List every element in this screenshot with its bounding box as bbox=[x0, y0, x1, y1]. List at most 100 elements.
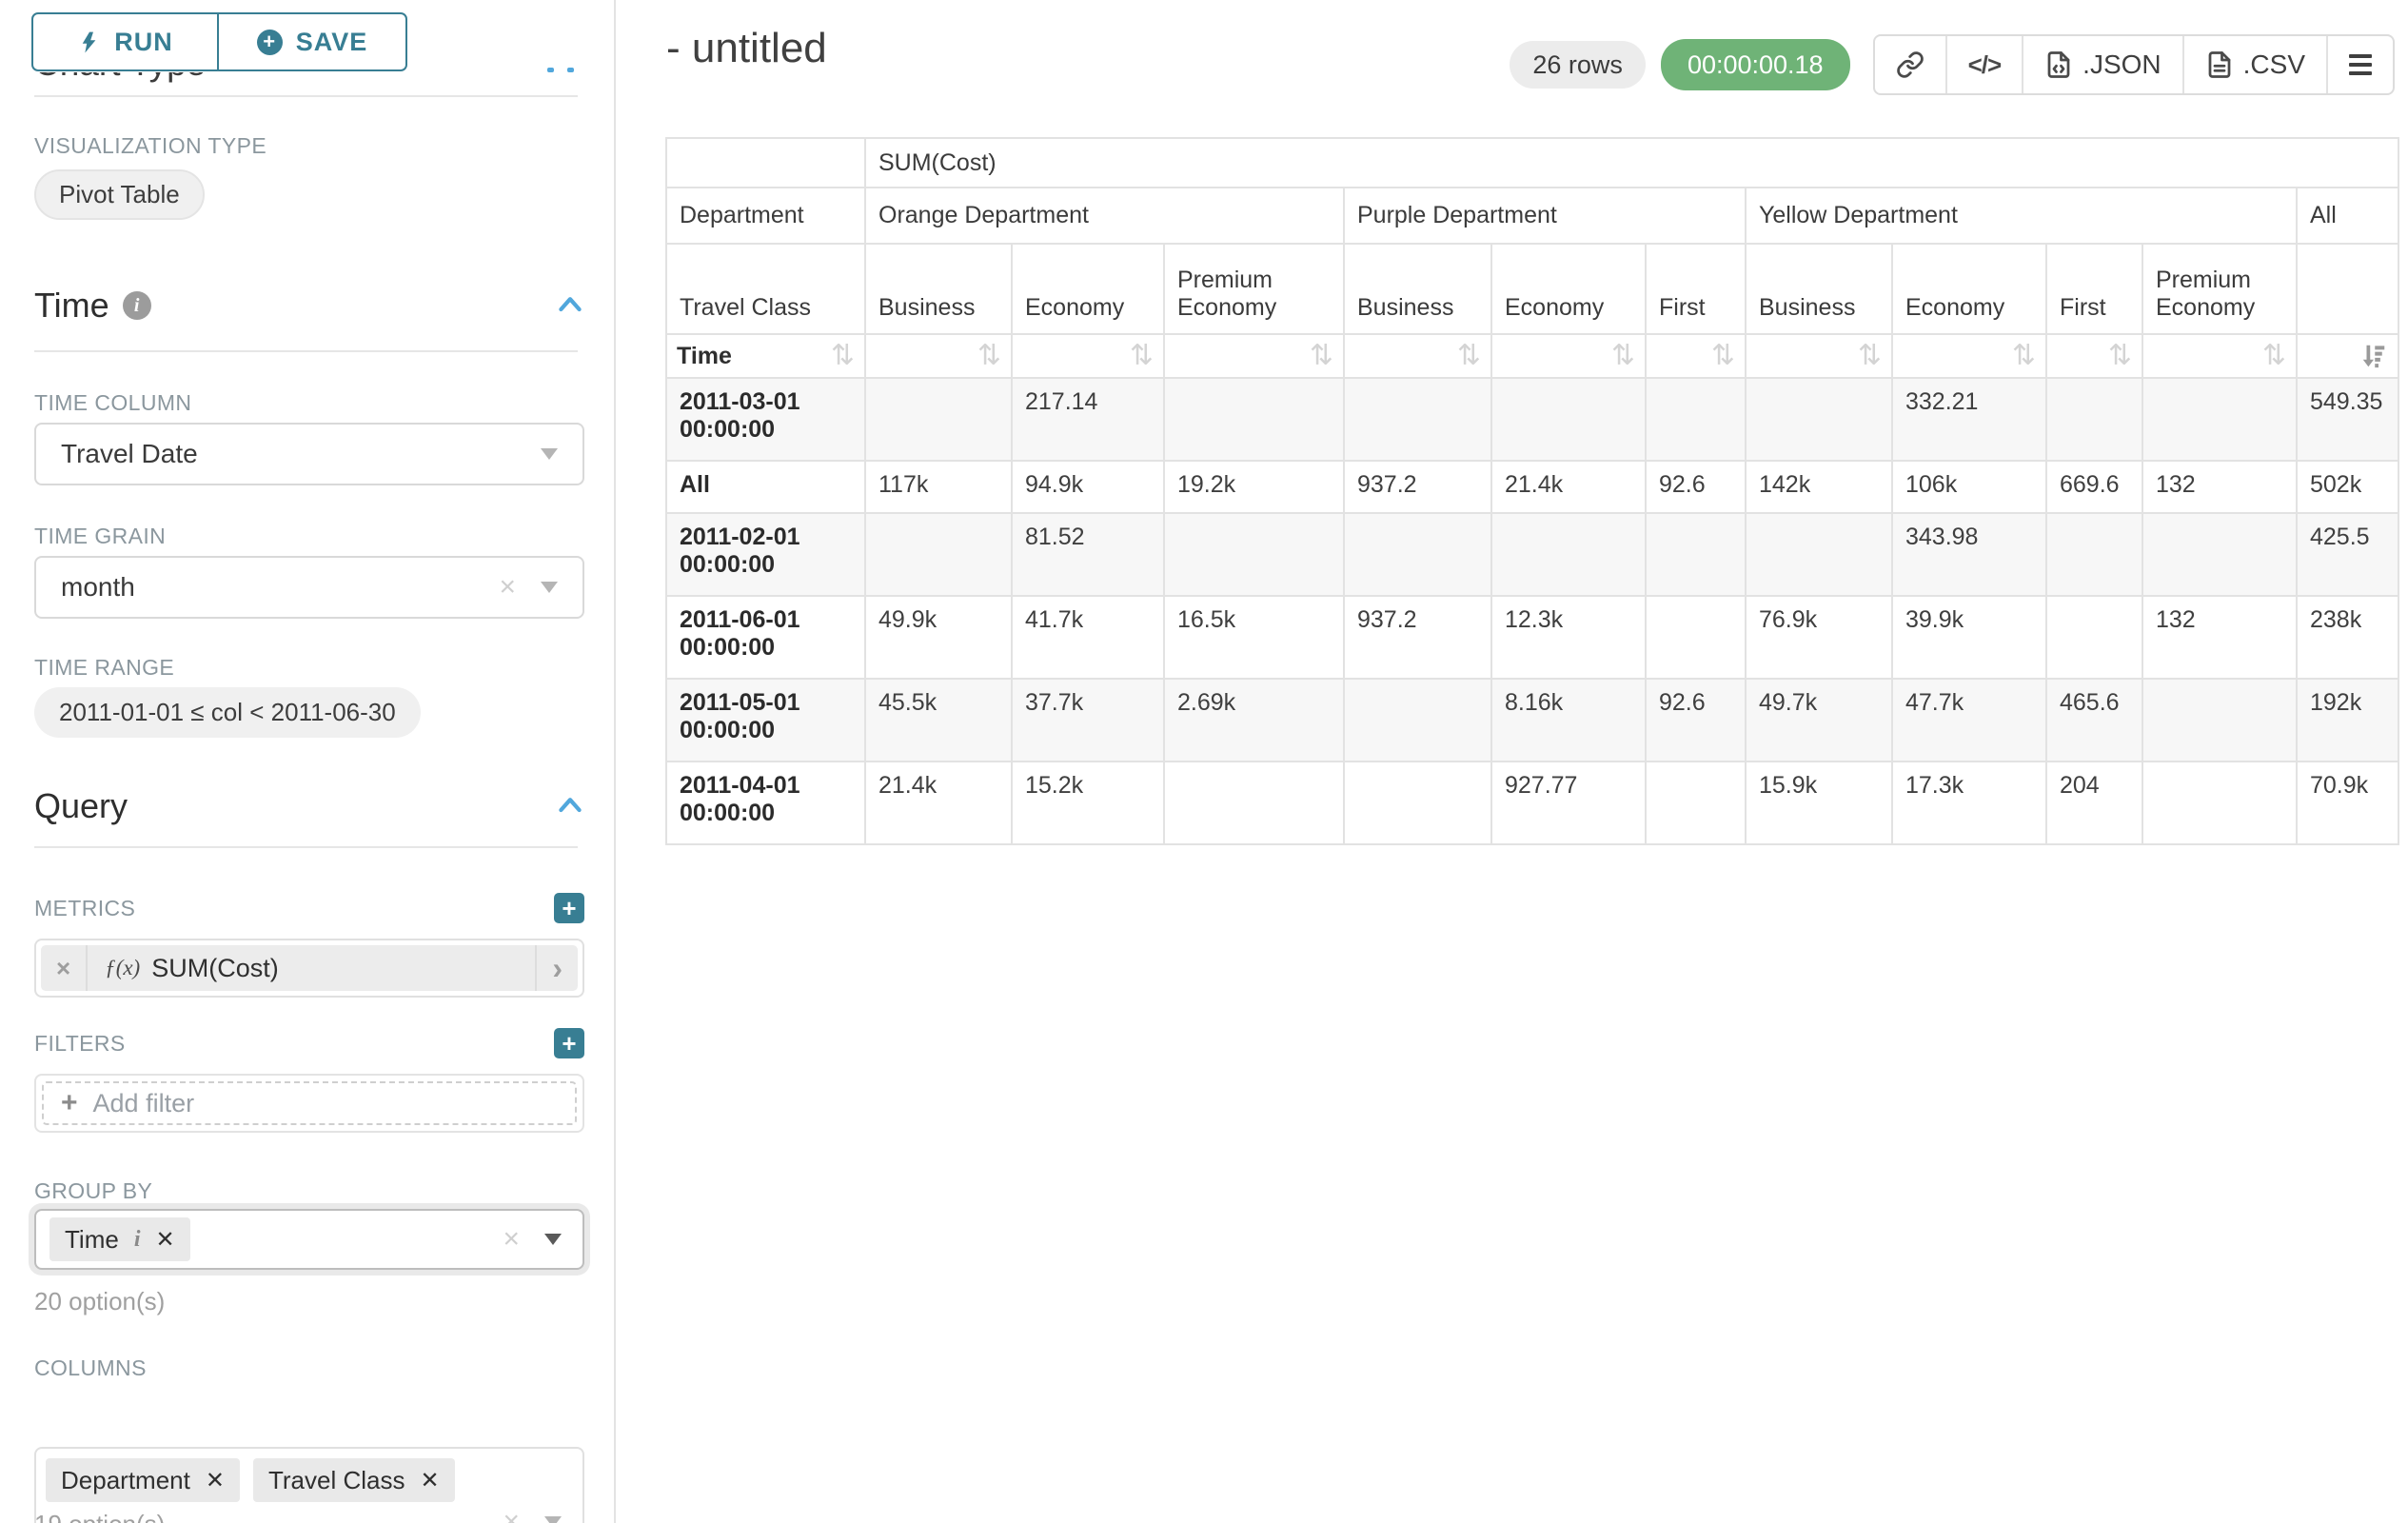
sort-header-cell[interactable]: ⇅ bbox=[2142, 334, 2297, 378]
value-cell: 332.21 bbox=[1892, 378, 2046, 461]
time-range-pill[interactable]: 2011-01-01 ≤ col < 2011-06-30 bbox=[34, 687, 421, 738]
export-button-group: </> .JSON .CSV bbox=[1873, 34, 2395, 95]
time-sort-header-cell[interactable]: Time ⇅ bbox=[666, 334, 865, 378]
time-column-select[interactable]: Travel Date bbox=[34, 423, 584, 485]
export-csv-button[interactable]: .CSV bbox=[2182, 36, 2326, 93]
row-label-cell: 2011-04-01 00:00:00 bbox=[666, 762, 865, 844]
sort-header-cell[interactable]: ⇅ bbox=[2046, 334, 2142, 378]
value-cell: 41.7k bbox=[1012, 596, 1164, 679]
group-by-label: GROUP BY bbox=[34, 1178, 584, 1204]
remove-pill-icon[interactable]: ✕ bbox=[420, 1467, 439, 1494]
clear-icon[interactable]: × bbox=[499, 573, 516, 602]
value-cell: 343.98 bbox=[1892, 513, 2046, 596]
remove-pill-icon[interactable]: ✕ bbox=[155, 1226, 174, 1254]
sort-header-cell[interactable]: ⇅ bbox=[1892, 334, 2046, 378]
sort-toggle-icon[interactable]: ⇅ bbox=[977, 342, 1001, 370]
sort-header-cell[interactable]: ⇅ bbox=[1491, 334, 1646, 378]
group-by-select[interactable]: Timei✕ × bbox=[34, 1209, 584, 1270]
json-button-label: .JSON bbox=[2082, 49, 2161, 80]
sort-header-cell[interactable]: ⇅ bbox=[1646, 334, 1746, 378]
value-cell: 106k bbox=[1892, 461, 2046, 513]
view-query-button[interactable]: </> bbox=[1945, 36, 2023, 93]
sort-header-cell[interactable]: ⇅ bbox=[1746, 334, 1892, 378]
value-cell: 465.6 bbox=[2046, 679, 2142, 762]
travel-class-column-header: Economy bbox=[1491, 244, 1646, 334]
add-metric-button[interactable]: + bbox=[554, 893, 584, 923]
metric-pill[interactable]: × ƒ(x) SUM(Cost) › bbox=[41, 945, 578, 991]
value-cell: 142k bbox=[1746, 461, 1892, 513]
value-cell: 132 bbox=[2142, 461, 2297, 513]
sort-toggle-icon[interactable]: ⇅ bbox=[1611, 342, 1635, 370]
value-cell bbox=[1164, 513, 1344, 596]
collapse-chevron-icon[interactable] bbox=[556, 292, 584, 320]
plus-circle-icon: + bbox=[257, 30, 283, 55]
selected-value-pill[interactable]: Travel Class✕ bbox=[253, 1458, 455, 1502]
value-cell bbox=[1491, 513, 1646, 596]
sort-header-cell[interactable]: ⇅ bbox=[1012, 334, 1164, 378]
sort-header-cell[interactable]: ⇅ bbox=[865, 334, 1012, 378]
control-sidebar: Chart Type RUN + SAVE VISUALIZATION TYPE… bbox=[0, 0, 616, 1523]
time-section-title: Time bbox=[34, 286, 109, 326]
add-filter-plus-button[interactable]: + bbox=[554, 1028, 584, 1058]
sort-toggle-icon[interactable]: ⇅ bbox=[1457, 342, 1481, 370]
value-cell: 37.7k bbox=[1012, 679, 1164, 762]
sort-header-cell[interactable]: ⇅ bbox=[1344, 334, 1491, 378]
sort-descending-icon[interactable] bbox=[2359, 342, 2388, 370]
selected-value-pill[interactable]: Department✕ bbox=[46, 1458, 240, 1502]
explore-view: Chart Type RUN + SAVE VISUALIZATION TYPE… bbox=[0, 0, 2408, 1523]
sort-toggle-icon[interactable]: ⇅ bbox=[1711, 342, 1735, 370]
collapse-chevron-icon[interactable] bbox=[556, 793, 584, 821]
travel-class-column-header: Economy bbox=[1012, 244, 1164, 334]
hamburger-menu-icon bbox=[2349, 54, 2372, 75]
sort-toggle-icon[interactable]: ⇅ bbox=[1310, 342, 1333, 370]
visualization-type-pill[interactable]: Pivot Table bbox=[34, 169, 205, 220]
visualization-type-label: VISUALIZATION TYPE bbox=[34, 133, 584, 159]
remove-metric-icon[interactable]: × bbox=[41, 945, 88, 991]
value-cell: 937.2 bbox=[1344, 596, 1491, 679]
value-cell: 47.7k bbox=[1892, 679, 2046, 762]
panel-drag-handle[interactable] bbox=[547, 68, 574, 72]
sort-toggle-icon[interactable]: ⇅ bbox=[2012, 342, 2036, 370]
sort-header-cell[interactable]: ⇅ bbox=[1164, 334, 1344, 378]
value-cell: 16.5k bbox=[1164, 596, 1344, 679]
value-cell bbox=[2046, 378, 2142, 461]
copy-link-button[interactable] bbox=[1875, 36, 1945, 93]
time-grain-select[interactable]: month × bbox=[34, 556, 584, 619]
row-label-cell: 2011-03-01 00:00:00 bbox=[666, 378, 865, 461]
value-cell bbox=[2046, 513, 2142, 596]
travel-class-column-header: Premium Economy bbox=[2142, 244, 2297, 334]
time-range-label: TIME RANGE bbox=[34, 655, 584, 681]
sort-toggle-icon[interactable]: ⇅ bbox=[1858, 342, 1882, 370]
save-button[interactable]: + SAVE bbox=[217, 12, 407, 71]
value-cell bbox=[2046, 596, 2142, 679]
sort-toggle-icon[interactable]: ⇅ bbox=[2262, 342, 2286, 370]
sort-header-cell[interactable] bbox=[2297, 334, 2398, 378]
sort-toggle-icon[interactable]: ⇅ bbox=[2108, 342, 2132, 370]
sort-toggle-icon[interactable]: ⇅ bbox=[1130, 342, 1154, 370]
menu-button[interactable] bbox=[2326, 36, 2393, 93]
value-cell: 192k bbox=[2297, 679, 2398, 762]
value-cell: 669.6 bbox=[2046, 461, 2142, 513]
value-cell: 15.2k bbox=[1012, 762, 1164, 844]
value-cell bbox=[865, 513, 1012, 596]
value-cell bbox=[2142, 762, 2297, 844]
chevron-right-icon[interactable]: › bbox=[535, 945, 578, 991]
export-json-button[interactable]: .JSON bbox=[2022, 36, 2181, 93]
remove-pill-icon[interactable]: ✕ bbox=[206, 1467, 225, 1494]
value-cell: 45.5k bbox=[865, 679, 1012, 762]
run-button[interactable]: RUN bbox=[31, 12, 219, 71]
add-filter-button[interactable]: + Add filter bbox=[42, 1081, 577, 1125]
json-file-icon bbox=[2044, 50, 2073, 79]
value-cell: 39.9k bbox=[1892, 596, 2046, 679]
sort-toggle-icon[interactable]: ⇅ bbox=[831, 342, 855, 370]
travel-class-column-header: Premium Economy bbox=[1164, 244, 1344, 334]
time-grain-value: month bbox=[61, 572, 135, 603]
clear-icon[interactable]: × bbox=[503, 1225, 520, 1254]
travel-class-column-header: Business bbox=[1344, 244, 1491, 334]
value-cell: 70.9k bbox=[2297, 762, 2398, 844]
time-row-label: Time bbox=[677, 343, 732, 370]
value-cell: 502k bbox=[2297, 461, 2398, 513]
selected-value-pill[interactable]: Timei✕ bbox=[49, 1217, 190, 1261]
value-cell bbox=[2142, 513, 2297, 596]
chart-title[interactable]: - untitled bbox=[666, 25, 827, 72]
